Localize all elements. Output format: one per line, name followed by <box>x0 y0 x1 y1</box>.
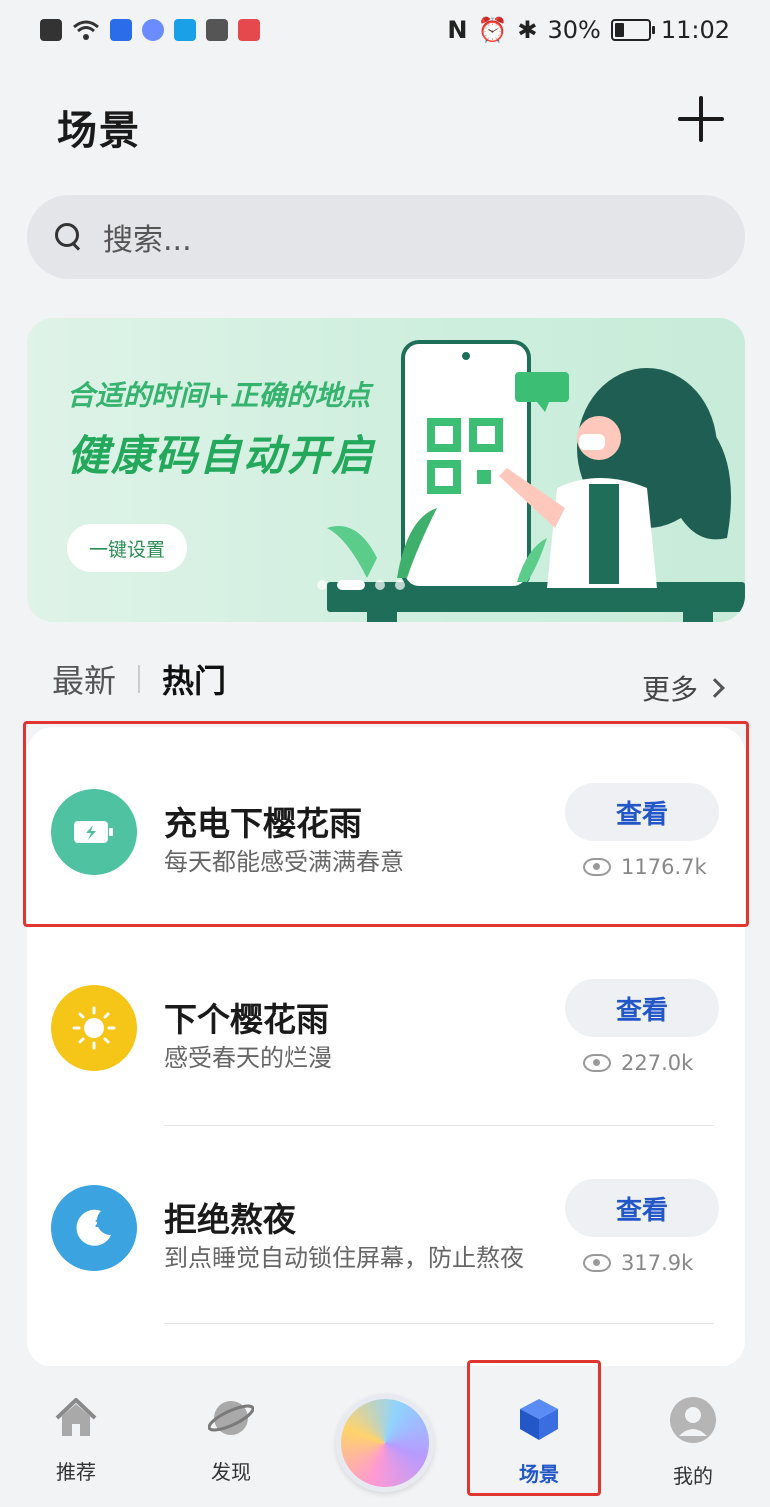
promo-banner[interactable]: 合适的时间+正确的地点 健康码自动开启 一键设置 <box>27 318 745 622</box>
battery-icon <box>610 19 655 41</box>
header: 场景 <box>0 80 770 160</box>
highlight-box <box>23 721 749 927</box>
status-notification-icons <box>40 19 260 41</box>
view-button[interactable]: 查看 <box>565 1179 719 1237</box>
list-divider <box>164 1323 714 1324</box>
avatar-icon <box>670 1397 716 1443</box>
tab-popular[interactable]: 热门 <box>162 656 226 702</box>
nav-profile[interactable]: 我的 <box>643 1396 743 1489</box>
eye-icon <box>583 1254 611 1272</box>
svg-text:z: z <box>95 1216 102 1230</box>
assistant-orb-icon[interactable] <box>336 1394 434 1492</box>
carousel-dot[interactable] <box>375 580 385 590</box>
nav-label: 发现 <box>211 1460 251 1484</box>
nav-label: 推荐 <box>56 1460 96 1484</box>
search-app-icon <box>174 19 196 41</box>
view-button[interactable]: 查看 <box>565 979 719 1037</box>
sun-icon <box>51 985 137 1071</box>
scene-title: 拒绝熬夜 <box>164 1200 296 1239</box>
nav-label: 我的 <box>673 1464 713 1488</box>
bluetooth-icon: ✱ <box>517 16 538 44</box>
more-link[interactable]: 更多 <box>642 668 725 708</box>
carousel-dot[interactable] <box>337 580 365 590</box>
view-count: 317.9k <box>583 1251 693 1275</box>
eye-icon <box>583 1054 611 1072</box>
battery-level <box>614 23 625 37</box>
search-icon <box>55 223 83 251</box>
scene-tabs: 最新 热门 <box>52 656 226 702</box>
red-app-icon <box>238 19 260 41</box>
list-item[interactable]: z 拒绝熬夜 到点睡觉自动锁住屏幕，防止熬夜 查看 317.9k <box>27 1123 745 1319</box>
search-input[interactable]: 搜索... <box>103 215 192 259</box>
view-count-value: 227.0k <box>621 1051 694 1075</box>
list-item[interactable]: 下个樱花雨 感受春天的烂漫 查看 227.0k <box>27 923 745 1119</box>
alarm-icon: ⏰ <box>477 16 508 44</box>
banner-title: 健康码自动开启 <box>67 431 376 480</box>
moon-sleep-icon: z <box>51 1185 137 1271</box>
hms-app-icon <box>206 19 228 41</box>
view-count: 227.0k <box>583 1051 693 1075</box>
more-label: 更多 <box>642 673 699 706</box>
carousel-dot[interactable] <box>395 580 405 590</box>
plus-icon[interactable] <box>678 96 724 142</box>
clock: 11:02 <box>660 16 730 44</box>
page-title: 场景 <box>57 108 141 154</box>
carousel-dot[interactable] <box>317 580 327 590</box>
search-bar[interactable]: 搜索... <box>27 195 745 279</box>
tab-divider <box>138 665 141 693</box>
bottom-nav: 推荐 发现 场景 我的 <box>0 1366 770 1507</box>
planet-icon <box>208 1401 254 1435</box>
wifi-icon <box>73 20 99 40</box>
tab-latest[interactable]: 最新 <box>52 656 116 702</box>
nfc-icon: N <box>447 16 468 44</box>
alert-icon <box>40 19 62 41</box>
view-count-value: 317.9k <box>621 1251 694 1275</box>
battery-percent: 30% <box>547 16 601 44</box>
music-app-icon <box>142 19 164 41</box>
chevron-right-icon <box>705 678 725 698</box>
scene-description: 到点睡觉自动锁住屏幕，防止熬夜 <box>164 1244 524 1272</box>
nav-discover[interactable]: 发现 <box>181 1396 281 1485</box>
highlight-box <box>467 1360 601 1496</box>
home-icon <box>55 1398 97 1436</box>
scene-description: 感受春天的烂漫 <box>164 1044 332 1072</box>
scene-title: 下个樱花雨 <box>164 1000 329 1039</box>
banner-subtitle: 合适的时间+正确的地点 <box>67 379 371 412</box>
one-tap-setup-button[interactable]: 一键设置 <box>67 524 187 572</box>
status-bar: N ⏰ ✱ 30% 11:02 <box>0 0 770 60</box>
bulb-app-icon <box>110 19 132 41</box>
nav-recommend[interactable]: 推荐 <box>26 1396 126 1485</box>
carousel-indicator <box>317 580 405 590</box>
